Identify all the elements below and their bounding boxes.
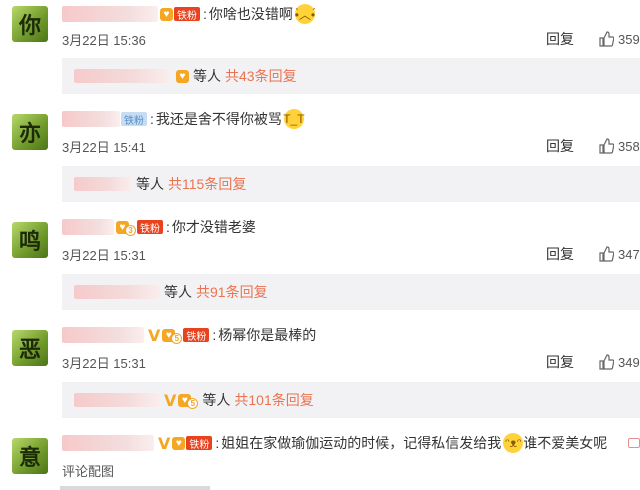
username-blurred[interactable] [62, 327, 144, 343]
username-blurred[interactable] [62, 435, 154, 451]
comment-timestamp: 3月22日 15:31 [62, 248, 146, 263]
colon-separator: : [212, 327, 217, 343]
comment-text: 你才没错老婆 [171, 219, 256, 235]
username-blurred[interactable] [62, 111, 120, 127]
like-count: 349 [618, 354, 640, 370]
colon-separator: : [215, 435, 220, 451]
reply-count-link[interactable]: 共91条回复 [196, 282, 268, 302]
reply-others-label: 等人 [193, 68, 221, 84]
reply-users-blurred[interactable] [74, 69, 170, 83]
reply-count-link[interactable]: 共101条回复 [234, 390, 313, 410]
comment-text: 杨幂你是最棒的 [218, 327, 317, 343]
username-blurred[interactable] [62, 6, 158, 22]
reply-others-label: 等人 [164, 284, 192, 300]
cat-face-emoji-icon: ᵔᴥᵔ [503, 433, 524, 453]
fan-level-icon: 5 [187, 397, 199, 409]
heart-badge-icon: ♥ [160, 7, 173, 21]
reply-others-label: 等人 [202, 392, 231, 408]
avatar[interactable]: 亦 [12, 114, 48, 150]
colon-separator: : [203, 6, 207, 22]
reply-summary-bar[interactable]: ♥ 等人 共43条回复 [62, 58, 640, 94]
avatar[interactable]: 意 [12, 438, 48, 474]
avatar[interactable]: 你 [12, 6, 48, 42]
like-count: 347 [618, 246, 640, 262]
reply-button[interactable]: 回复 [546, 352, 574, 372]
image-thumbnail-strip[interactable] [60, 486, 210, 490]
comment-text: 姐姐在家做瑜伽运动的时候，记得私信发给我 [221, 435, 502, 451]
fan-badge: 铁粉 [183, 328, 210, 343]
thumbs-up-icon[interactable] [598, 138, 614, 154]
comment-timestamp: 3月22日 15:41 [62, 140, 146, 155]
like-count: 359 [618, 31, 640, 47]
fan-badge: 铁粉 [186, 436, 213, 451]
comment-image-link[interactable]: 评论配图 [62, 461, 114, 480]
comment-text-continued: 谁不爱美女呢 [523, 435, 608, 451]
fan-level-icon: 5 [171, 332, 183, 344]
reply-count-link[interactable]: 共43条回复 [225, 66, 297, 86]
verified-v-icon: V [164, 390, 177, 410]
avatar[interactable]: 恶 [12, 330, 48, 366]
reply-users-blurred[interactable] [74, 393, 160, 407]
colon-separator: : [166, 219, 170, 235]
reply-button[interactable]: 回复 [546, 244, 574, 264]
comment-text: 你啥也没错啊 [208, 6, 293, 22]
comment-text: 我还是舍不得你被骂 [155, 111, 282, 127]
fan-badge: 铁粉 [121, 112, 147, 127]
reply-summary-bar[interactable]: 等人 共91条回复 [62, 274, 640, 310]
username-blurred[interactable] [62, 219, 114, 235]
reply-users-blurred[interactable] [74, 177, 132, 191]
thumbs-up-icon[interactable] [598, 31, 614, 47]
colon-separator: : [150, 111, 154, 127]
heart-badge-icon: ♥ [176, 69, 189, 83]
avatar[interactable]: 鸣 [12, 222, 48, 258]
reply-summary-bar[interactable]: V ♥ 5 等人 共101条回复 [62, 382, 640, 418]
crying-face-emoji-icon: T_T [283, 109, 305, 129]
reply-users-blurred[interactable] [74, 285, 160, 299]
fan-badge: 铁粉 [174, 7, 200, 22]
heart-badge-icon: ♥ [172, 436, 186, 450]
reply-button[interactable]: 回复 [546, 136, 574, 156]
fan-level-icon: 3 [125, 224, 136, 236]
comment-timestamp: 3月22日 15:36 [62, 33, 146, 48]
sad-face-emoji-icon: •̀︿•́ [295, 4, 315, 24]
reply-count-link[interactable]: 共115条回复 [168, 174, 246, 194]
reply-summary-bar[interactable]: 等人 共115条回复 [62, 166, 640, 202]
reply-others-label: 等人 [136, 176, 164, 192]
thumbs-up-icon[interactable] [598, 354, 614, 370]
fan-badge: 铁粉 [137, 220, 163, 235]
comment-timestamp: 3月22日 15:31 [62, 356, 146, 371]
like-count: 358 [618, 138, 640, 154]
comment-image-icon[interactable] [628, 438, 640, 448]
thumbs-up-icon[interactable] [598, 246, 614, 262]
verified-v-icon: V [148, 325, 161, 345]
verified-v-icon: V [158, 433, 171, 453]
reply-button[interactable]: 回复 [546, 29, 574, 49]
